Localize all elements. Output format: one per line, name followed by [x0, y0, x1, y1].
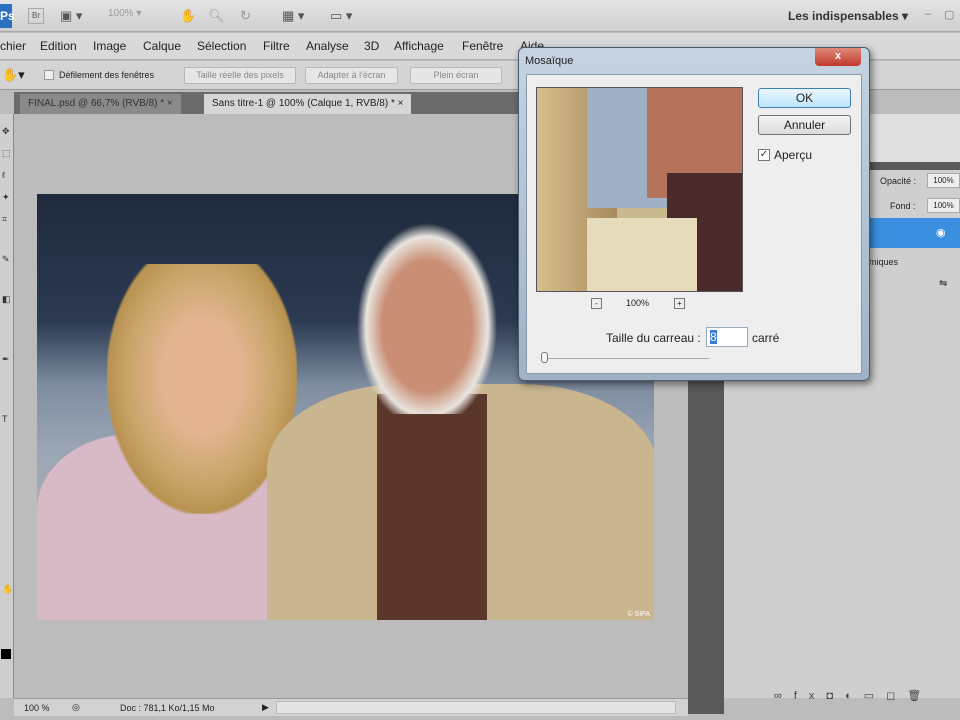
tab-label: Sans titre-1 @ 100% (Calque 1, RVB/8) *	[212, 98, 395, 109]
zoom-in-button[interactable]: +	[674, 298, 685, 309]
opacity-label: Opacité :	[880, 176, 917, 186]
cell-size-unit: carré	[752, 331, 780, 345]
slider-thumb[interactable]	[541, 352, 548, 363]
minimize-icon[interactable]: –	[925, 8, 931, 20]
photoshop-logo: Ps	[0, 4, 15, 28]
panel-options-icon[interactable]: ⇋	[939, 278, 947, 289]
lasso-tool-icon[interactable]: ℓ	[2, 170, 12, 180]
arrange-documents-button[interactable]: ▦ ▾	[282, 8, 304, 24]
foreground-color-swatch[interactable]	[1, 649, 11, 659]
scroll-all-label: Défilement des fenêtres	[59, 70, 155, 80]
fill-label: Fond :	[890, 201, 916, 211]
cell-size-slider[interactable]	[544, 358, 709, 359]
tab-label: FINAL.psd @ 66,7% (RVB/8) *	[28, 98, 165, 109]
workspace-label: Les indispensables	[788, 9, 899, 23]
pen-tool-icon[interactable]: ✒	[2, 354, 12, 364]
menu-fichier[interactable]: chier	[0, 39, 26, 53]
close-tab-icon[interactable]: ×	[398, 98, 404, 109]
new-layer-icon[interactable]: ◻	[886, 690, 907, 702]
screen-mode-button[interactable]: ▭ ▾	[330, 8, 352, 24]
group-icon[interactable]: ▭	[864, 690, 886, 702]
application-bar: Ps Br ▣ ▾ 100% ▾ ✋ 🔍︎ ↻ ▦ ▾ ▭ ▾ Les indi…	[0, 0, 960, 32]
status-menu-arrow[interactable]: ▶	[262, 702, 269, 713]
menu-selection[interactable]: Sélection	[197, 39, 246, 53]
preview-label: Aperçu	[774, 148, 813, 162]
zoom-value: 100%	[108, 8, 134, 19]
menu-fenetre[interactable]: Fenêtre	[462, 39, 503, 53]
trash-icon[interactable]: 🗑︎	[907, 690, 933, 702]
link-layers-icon[interactable]: ∞	[774, 690, 794, 702]
full-screen-button[interactable]: Plein écran	[410, 67, 502, 84]
man-head	[337, 194, 517, 414]
adjustment-icon[interactable]: ◐	[845, 690, 864, 702]
fx-icon[interactable]: fx	[794, 690, 827, 702]
crop-tool-icon[interactable]: ⌗	[2, 214, 12, 224]
menu-3d[interactable]: 3D	[364, 39, 379, 53]
status-info-icon[interactable]: ◎	[72, 702, 80, 713]
zoom-out-button[interactable]: -	[591, 298, 602, 309]
menu-analyse[interactable]: Analyse	[306, 39, 349, 53]
mask-icon[interactable]: ◘	[826, 690, 845, 702]
close-tab-icon[interactable]: ×	[167, 98, 173, 109]
horizontal-scrollbar[interactable]	[276, 701, 676, 714]
photo-watermark: © SIPA	[627, 611, 650, 618]
zoom-tool-icon[interactable]: 🔍︎	[208, 8, 225, 24]
cell-size-label: Taille du carreau :	[606, 331, 701, 345]
hand-tool-icon[interactable]: ✋	[180, 8, 196, 24]
bridge-button[interactable]: Br	[28, 8, 44, 24]
opacity-input[interactable]: 100%	[927, 173, 960, 188]
cancel-button[interactable]: Annuler	[758, 115, 851, 135]
man-shirt	[377, 394, 487, 620]
rotate-view-icon[interactable]: ↻	[240, 8, 251, 24]
preview-zoom: 100%	[626, 298, 650, 308]
ok-button[interactable]: OK	[758, 88, 851, 108]
magic-wand-icon[interactable]: ✦	[2, 192, 12, 202]
fit-screen-button[interactable]: Adapter à l'écran	[305, 67, 398, 84]
menu-filtre[interactable]: Filtre	[263, 39, 290, 53]
filter-preview[interactable]	[536, 87, 743, 292]
cell-size-value: 8	[710, 330, 717, 344]
cell-size-input[interactable]: 8	[706, 327, 748, 347]
actual-pixels-button[interactable]: Taille réelle des pixels	[184, 67, 296, 84]
mosaic-dialog: Mosaïque x - 100% + OK Annuler ✓ Aperçu …	[518, 47, 870, 381]
fill-input[interactable]: 100%	[927, 198, 960, 213]
workspace-switcher[interactable]: Les indispensables ▾	[788, 9, 908, 23]
preview-checkbox[interactable]: ✓	[758, 149, 770, 161]
hand-tool-icon[interactable]: ✋	[2, 584, 13, 594]
move-tool-icon[interactable]: ✥	[2, 126, 12, 136]
maximize-icon[interactable]: ▢	[944, 8, 954, 21]
close-button[interactable]: x	[815, 48, 861, 66]
menu-affichage[interactable]: Affichage	[394, 39, 444, 53]
status-bar: 100 % ◎ Doc : 781,1 Ko/1,15 Mo ▶	[14, 698, 688, 716]
tools-panel: ✥ ⬚ ℓ ✦ ⌗ ✎ ◧ ✒ T ✋	[0, 114, 14, 698]
text-tool-icon[interactable]: T	[2, 414, 12, 424]
menu-calque[interactable]: Calque	[143, 39, 181, 53]
zoom-select[interactable]: 100% ▾	[108, 8, 141, 24]
doc-size: Doc : 781,1 Ko/1,15 Mo	[120, 703, 215, 713]
preview-jacket	[587, 218, 697, 291]
menu-edition[interactable]: Edition	[40, 39, 77, 53]
brush-tool-icon[interactable]: ✎	[2, 254, 12, 264]
scroll-all-checkbox[interactable]	[44, 70, 54, 80]
dialog-title: Mosaïque	[525, 55, 574, 67]
eraser-tool-icon[interactable]: ◧	[2, 294, 12, 304]
menu-image[interactable]: Image	[93, 39, 126, 53]
layer-actions-bar: ∞fx◘◐▭◻🗑︎	[774, 689, 933, 702]
tab-final-psd[interactable]: FINAL.psd @ 66,7% (RVB/8) * ×	[20, 94, 181, 114]
zoom-level[interactable]: 100 %	[24, 703, 50, 713]
smart-filter-icon: ◉	[936, 227, 946, 239]
tab-sans-titre-1[interactable]: Sans titre-1 @ 100% (Calque 1, RVB/8) * …	[204, 94, 412, 114]
view-extras-button[interactable]: ▣ ▾	[60, 8, 82, 24]
marquee-tool-icon[interactable]: ⬚	[2, 148, 12, 158]
hand-tool-preset-icon[interactable]: ✋▾	[2, 67, 25, 83]
